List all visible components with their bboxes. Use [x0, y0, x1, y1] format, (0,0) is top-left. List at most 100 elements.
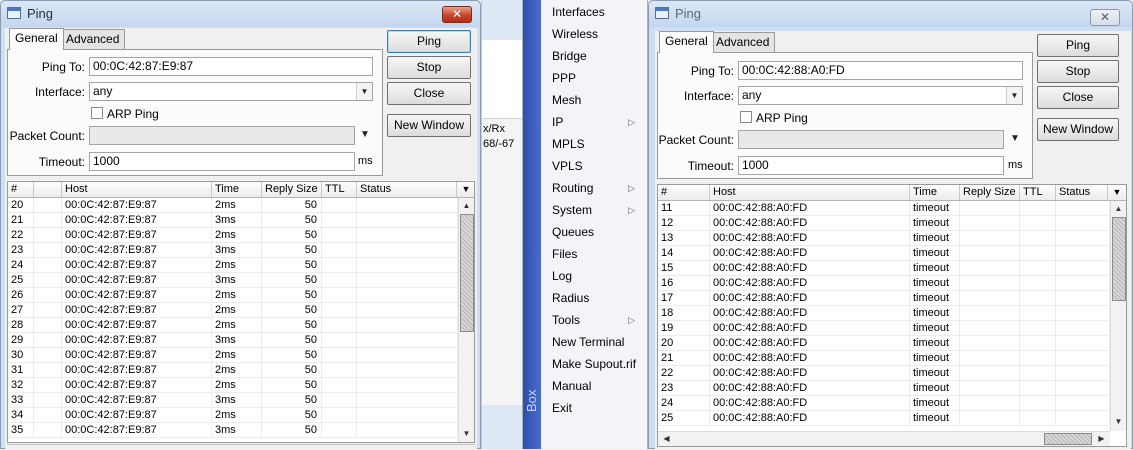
- interface-select[interactable]: any: [89, 82, 373, 101]
- table-row[interactable]: 24 00:0C:42:88:A0:FD timeout: [658, 396, 1110, 411]
- arp-ping-checkbox[interactable]: [740, 111, 752, 123]
- table-row[interactable]: 33 00:0C:42:87:E9:87 3ms 50: [8, 393, 458, 408]
- table-row[interactable]: 22 00:0C:42:88:A0:FD timeout: [658, 366, 1110, 381]
- vertical-scrollbar[interactable]: ▲ ▼: [1110, 201, 1126, 431]
- menu-item-radius[interactable]: Radius: [541, 287, 647, 309]
- table-row[interactable]: 26 00:0C:42:87:E9:87 2ms 50: [8, 288, 458, 303]
- timeout-input[interactable]: 1000: [738, 156, 1004, 175]
- packet-count-input[interactable]: [738, 130, 1004, 149]
- col-header-number[interactable]: #: [658, 185, 710, 200]
- packet-count-dropdown-icon[interactable]: ▼: [360, 129, 370, 140]
- menu-item-exit[interactable]: Exit: [541, 397, 647, 419]
- col-header-ttl[interactable]: TTL: [1020, 185, 1056, 200]
- menu-item-new-terminal[interactable]: New Terminal: [541, 331, 647, 353]
- menu-item-ppp[interactable]: PPP: [541, 67, 647, 89]
- stop-button[interactable]: Stop: [387, 56, 471, 79]
- column-chooser-icon[interactable]: ▼: [1109, 185, 1125, 200]
- menu-item-routing[interactable]: Routing ▷: [541, 177, 647, 199]
- menu-item-files[interactable]: Files: [541, 243, 647, 265]
- menu-item-make-supout-rif[interactable]: Make Supout.rif: [541, 353, 647, 375]
- new-window-button[interactable]: New Window: [387, 114, 471, 137]
- menu-item-vpls[interactable]: VPLS: [541, 155, 647, 177]
- scroll-left-icon[interactable]: ◀: [659, 432, 674, 446]
- interface-select[interactable]: any: [738, 86, 1023, 105]
- close-button[interactable]: Close: [1037, 86, 1119, 109]
- table-row[interactable]: 22 00:0C:42:87:E9:87 2ms 50: [8, 228, 458, 243]
- table-row[interactable]: 28 00:0C:42:87:E9:87 2ms 50: [8, 318, 458, 333]
- arp-ping-checkbox[interactable]: [91, 107, 103, 119]
- menu-item-interfaces[interactable]: Interfaces: [541, 1, 647, 23]
- menu-item-queues[interactable]: Queues: [541, 221, 647, 243]
- col-header-status[interactable]: Status: [357, 182, 457, 197]
- horizontal-scrollbar-thumb[interactable]: [1044, 433, 1092, 445]
- menu-item-system[interactable]: System ▷: [541, 199, 647, 221]
- table-row[interactable]: 23 00:0C:42:88:A0:FD timeout: [658, 381, 1110, 396]
- menu-item-wireless[interactable]: Wireless: [541, 23, 647, 45]
- packet-count-dropdown-icon[interactable]: ▼: [1010, 133, 1020, 144]
- tab-general[interactable]: General: [659, 31, 714, 53]
- tab-advanced[interactable]: Advanced: [60, 29, 126, 49]
- tab-general[interactable]: General: [9, 28, 64, 50]
- table-row[interactable]: 11 00:0C:42:88:A0:FD timeout: [658, 201, 1110, 216]
- col-header-host[interactable]: Host: [62, 182, 212, 197]
- column-chooser-icon[interactable]: ▼: [458, 182, 474, 197]
- timeout-input[interactable]: 1000: [89, 152, 355, 171]
- table-row[interactable]: 21 00:0C:42:88:A0:FD timeout: [658, 351, 1110, 366]
- scrollbar-thumb[interactable]: [1112, 217, 1126, 301]
- close-window-button[interactable]: ✕: [1090, 9, 1120, 26]
- scroll-up-icon[interactable]: ▲: [459, 199, 474, 213]
- table-row[interactable]: 15 00:0C:42:88:A0:FD timeout: [658, 261, 1110, 276]
- stop-button[interactable]: Stop: [1037, 60, 1119, 83]
- col-header-flag[interactable]: [34, 182, 62, 197]
- table-row[interactable]: 35 00:0C:42:87:E9:87 3ms 50: [8, 423, 458, 438]
- table-row[interactable]: 32 00:0C:42:87:E9:87 2ms 50: [8, 378, 458, 393]
- table-row[interactable]: 31 00:0C:42:87:E9:87 2ms 50: [8, 363, 458, 378]
- vertical-scrollbar[interactable]: ▲ ▼: [458, 198, 474, 442]
- table-row[interactable]: 30 00:0C:42:87:E9:87 2ms 50: [8, 348, 458, 363]
- scroll-down-icon[interactable]: ▼: [1111, 415, 1126, 429]
- table-row[interactable]: 17 00:0C:42:88:A0:FD timeout: [658, 291, 1110, 306]
- table-row[interactable]: 34 00:0C:42:87:E9:87 2ms 50: [8, 408, 458, 423]
- interface-dropdown-icon[interactable]: ▼: [1006, 87, 1022, 104]
- packet-count-input[interactable]: [89, 126, 355, 145]
- table-row[interactable]: 16 00:0C:42:88:A0:FD timeout: [658, 276, 1110, 291]
- title-bar[interactable]: Ping ✕: [649, 1, 1132, 27]
- menu-item-mesh[interactable]: Mesh: [541, 89, 647, 111]
- col-header-ttl[interactable]: TTL: [322, 182, 357, 197]
- table-row[interactable]: 21 00:0C:42:87:E9:87 3ms 50: [8, 213, 458, 228]
- scroll-down-icon[interactable]: ▼: [459, 427, 474, 441]
- table-row[interactable]: 24 00:0C:42:87:E9:87 2ms 50: [8, 258, 458, 273]
- table-row[interactable]: 23 00:0C:42:87:E9:87 3ms 50: [8, 243, 458, 258]
- menu-item-log[interactable]: Log: [541, 265, 647, 287]
- tab-advanced[interactable]: Advanced: [710, 32, 776, 52]
- horizontal-scrollbar[interactable]: ◀ ▶: [658, 431, 1110, 446]
- table-row[interactable]: 13 00:0C:42:88:A0:FD timeout: [658, 231, 1110, 246]
- scroll-up-icon[interactable]: ▲: [1111, 202, 1126, 216]
- scrollbar-thumb[interactable]: [460, 214, 474, 332]
- col-header-reply-size[interactable]: Reply Size: [262, 182, 322, 197]
- menu-item-mpls[interactable]: MPLS: [541, 133, 647, 155]
- table-row[interactable]: 25 00:0C:42:88:A0:FD timeout: [658, 411, 1110, 426]
- col-header-time[interactable]: Time: [910, 185, 960, 200]
- col-header-reply-size[interactable]: Reply Size: [960, 185, 1020, 200]
- menu-item-bridge[interactable]: Bridge: [541, 45, 647, 67]
- col-header-time[interactable]: Time: [212, 182, 262, 197]
- menu-item-ip[interactable]: IP ▷: [541, 111, 647, 133]
- ping-button[interactable]: Ping: [387, 30, 471, 53]
- interface-dropdown-icon[interactable]: ▼: [356, 83, 372, 100]
- new-window-button[interactable]: New Window: [1037, 118, 1119, 141]
- table-row[interactable]: 12 00:0C:42:88:A0:FD timeout: [658, 216, 1110, 231]
- close-button[interactable]: Close: [387, 82, 471, 105]
- title-bar[interactable]: Ping ✕: [1, 1, 480, 27]
- ping-to-input[interactable]: 00:0C:42:88:A0:FD: [738, 61, 1023, 80]
- scroll-right-icon[interactable]: ▶: [1094, 432, 1109, 446]
- table-row[interactable]: 25 00:0C:42:87:E9:87 3ms 50: [8, 273, 458, 288]
- col-header-status[interactable]: Status: [1056, 185, 1108, 200]
- table-row[interactable]: 27 00:0C:42:87:E9:87 2ms 50: [8, 303, 458, 318]
- table-row[interactable]: 20 00:0C:42:87:E9:87 2ms 50: [8, 198, 458, 213]
- ping-to-input[interactable]: 00:0C:42:87:E9:87: [89, 57, 373, 76]
- table-row[interactable]: 29 00:0C:42:87:E9:87 3ms 50: [8, 333, 458, 348]
- menu-item-manual[interactable]: Manual: [541, 375, 647, 397]
- col-header-number[interactable]: #: [8, 182, 34, 197]
- table-row[interactable]: 19 00:0C:42:88:A0:FD timeout: [658, 321, 1110, 336]
